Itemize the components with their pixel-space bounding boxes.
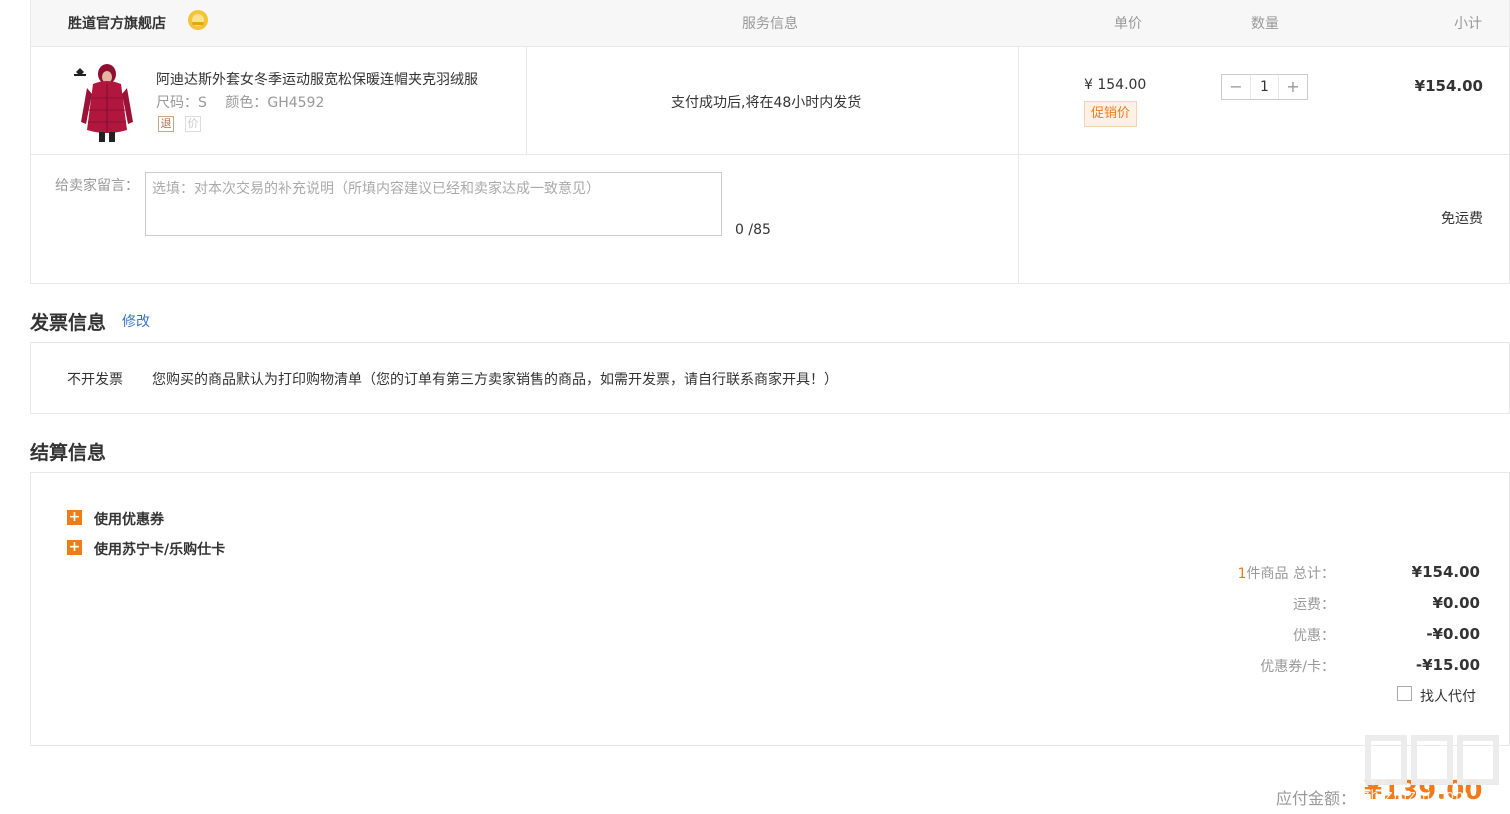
order-header: 胜道官方旗舰店 服务信息 单价 数量 小计 (31, 0, 1509, 47)
quantity-input[interactable]: 1 (1250, 75, 1279, 99)
unit-price: ¥ 154.00 (1084, 77, 1147, 93)
product-name-link[interactable]: 阿迪达斯外套女冬季运动服宽松保暖连帽夹克羽绒服 (156, 69, 506, 89)
expand-coupon-icon[interactable]: + (67, 510, 82, 525)
invoice-box: 不开发票 您购买的商品默认为打印购物清单（您的订单有第三方卖家销售的商品，如需开… (30, 342, 1510, 414)
items-total-value: ¥154.00 (1411, 563, 1480, 581)
divider (526, 47, 527, 154)
message-char-count: 0 /85 (735, 222, 771, 238)
promo-price-badge: 促销价 (1084, 101, 1138, 127)
shipping-fee: 免运费 (1441, 211, 1483, 227)
seller-message-label: 给卖家留言： (55, 178, 139, 194)
order-table: 胜道官方旗舰店 服务信息 单价 数量 小计 阿迪达斯外套女冬季运动服宽松保暖连帽… (30, 0, 1510, 284)
invoice-section-title: 发票信息 (30, 312, 107, 334)
pay-for-me-label[interactable]: 找人代付 (1420, 686, 1476, 706)
service-info: 支付成功后,将在48小时内发货 (671, 95, 862, 111)
discount-label: 优惠： (1293, 628, 1335, 644)
discount-value: -¥0.00 (1426, 625, 1480, 643)
column-quantity: 数量 (1251, 16, 1279, 32)
use-coupon-toggle[interactable]: 使用优惠券 (94, 509, 164, 529)
items-count: 1 (1237, 566, 1247, 582)
divider (1018, 47, 1019, 284)
price-protect-icon[interactable]: 价 (185, 116, 201, 132)
coupon-value: -¥15.00 (1415, 656, 1480, 674)
product-size: 尺码：S (156, 95, 207, 111)
invoice-description: 您购买的商品默认为打印购物清单（您的订单有第三方卖家销售的商品，如需开发票，请自… (152, 372, 838, 388)
pay-for-me-checkbox[interactable] (1397, 686, 1412, 701)
items-total-label: 1件商品 总计： (1135, 563, 1335, 583)
watermark-text: zhizhizhi.com (1362, 788, 1470, 804)
use-card-toggle[interactable]: 使用苏宁卡/乐购仕卡 (94, 539, 225, 559)
invoice-edit-link[interactable]: 修改 (122, 311, 150, 331)
payable-label: 应付金额： (1276, 789, 1357, 808)
quantity-decrease-button[interactable]: − (1222, 75, 1250, 99)
product-thumbnail[interactable] (71, 60, 133, 144)
shipping-label: 运费： (1293, 597, 1335, 613)
shipping-value: ¥0.00 (1432, 594, 1480, 612)
return-service-icon[interactable]: 退 (158, 116, 174, 132)
items-total-text: 件商品 总计： (1246, 566, 1335, 582)
quantity-stepper: − 1 + (1221, 74, 1308, 100)
product-color: 颜色：GH4592 (225, 95, 325, 111)
item-subtotal: ¥154.00 (1414, 77, 1483, 95)
coupon-label: 优惠券/卡： (1260, 659, 1335, 675)
quantity-increase-button[interactable]: + (1279, 75, 1307, 99)
expand-card-icon[interactable]: + (67, 540, 82, 555)
column-subtotal: 小计 (1454, 16, 1482, 32)
column-unit-price: 单价 (1114, 16, 1142, 32)
store-name[interactable]: 胜道官方旗舰店 (68, 13, 166, 33)
invoice-type: 不开发票 (67, 372, 123, 388)
product-attributes: 尺码：S 颜色：GH4592 (156, 92, 338, 112)
seller-message-input[interactable] (145, 172, 722, 236)
settlement-section-title: 结算信息 (30, 442, 107, 464)
divider (31, 154, 1509, 155)
store-badge-icon (188, 10, 208, 30)
column-service: 服务信息 (742, 16, 798, 32)
